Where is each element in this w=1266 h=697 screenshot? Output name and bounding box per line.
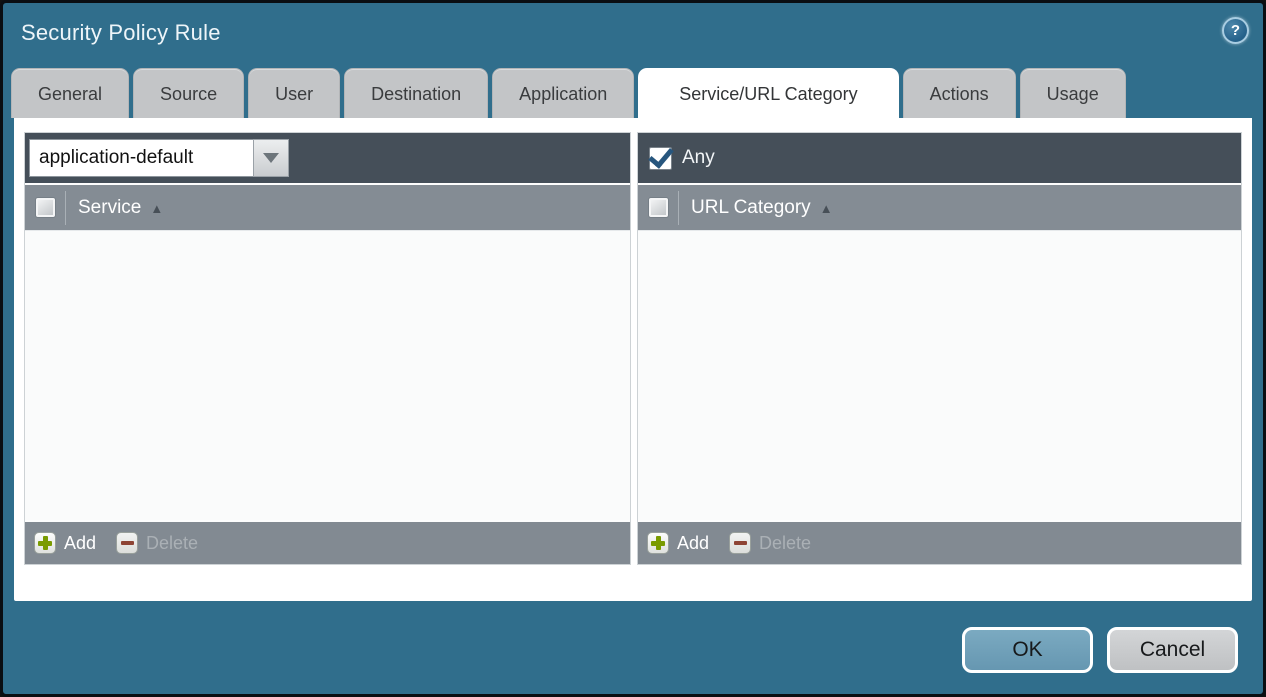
sort-ascending-icon: ▲ [150, 200, 163, 215]
url-category-panel-header: Any [638, 133, 1241, 183]
url-category-add-label: Add [677, 533, 709, 554]
service-column-header-label: Service [78, 197, 141, 219]
service-panel-footer: Add Delete [25, 520, 630, 564]
cancel-button[interactable]: Cancel [1107, 627, 1238, 673]
url-category-add-button[interactable]: Add [647, 532, 709, 554]
url-category-column-header[interactable]: URL Category ▲ [679, 197, 833, 219]
plus-icon [34, 532, 56, 554]
tab-service-url-category[interactable]: Service/URL Category [638, 68, 898, 118]
url-category-select-all-checkbox[interactable] [649, 198, 668, 217]
any-checkbox[interactable] [649, 147, 672, 170]
tab-bar: General Source User Destination Applicat… [11, 68, 1126, 118]
service-select-all-cell [25, 198, 65, 217]
content-area: application-default Service ▲ [14, 118, 1252, 601]
chevron-down-icon [263, 153, 279, 163]
tab-source[interactable]: Source [133, 68, 244, 118]
tab-user[interactable]: User [248, 68, 340, 118]
service-panel-header: application-default [25, 133, 630, 183]
any-checkbox-label[interactable]: Any [682, 147, 715, 169]
tab-actions[interactable]: Actions [903, 68, 1016, 118]
service-add-label: Add [64, 533, 96, 554]
url-category-panel-footer: Add Delete [638, 520, 1241, 564]
help-icon[interactable]: ? [1222, 17, 1249, 44]
plus-icon [647, 532, 669, 554]
minus-icon [729, 532, 751, 554]
service-type-dropdown-button[interactable] [253, 139, 289, 177]
service-panel: application-default Service ▲ [24, 132, 631, 565]
service-select-all-checkbox[interactable] [36, 198, 55, 217]
tab-application[interactable]: Application [492, 68, 634, 118]
minus-icon [116, 532, 138, 554]
url-category-select-all-cell [638, 198, 678, 217]
question-mark-glyph: ? [1231, 23, 1240, 38]
tab-usage[interactable]: Usage [1020, 68, 1126, 118]
service-list[interactable] [25, 231, 630, 520]
ok-button[interactable]: OK [962, 627, 1093, 673]
url-category-list[interactable] [638, 231, 1241, 520]
url-category-delete-button[interactable]: Delete [729, 532, 811, 554]
service-delete-label: Delete [146, 533, 198, 554]
tab-general[interactable]: General [11, 68, 129, 118]
service-delete-button[interactable]: Delete [116, 532, 198, 554]
service-type-dropdown[interactable]: application-default [29, 139, 289, 177]
tab-destination[interactable]: Destination [344, 68, 488, 118]
service-type-dropdown-value[interactable]: application-default [29, 139, 253, 177]
url-category-column-header-row: URL Category ▲ [638, 183, 1241, 231]
security-policy-rule-dialog: Security Policy Rule ? General Source Us… [0, 0, 1266, 697]
url-category-delete-label: Delete [759, 533, 811, 554]
service-add-button[interactable]: Add [34, 532, 96, 554]
url-category-panel: Any URL Category ▲ Add [637, 132, 1242, 565]
url-category-column-header-label: URL Category [691, 197, 811, 219]
service-column-header[interactable]: Service ▲ [66, 197, 163, 219]
dialog-title: Security Policy Rule [21, 20, 221, 46]
sort-ascending-icon: ▲ [820, 200, 833, 215]
service-column-header-row: Service ▲ [25, 183, 630, 231]
